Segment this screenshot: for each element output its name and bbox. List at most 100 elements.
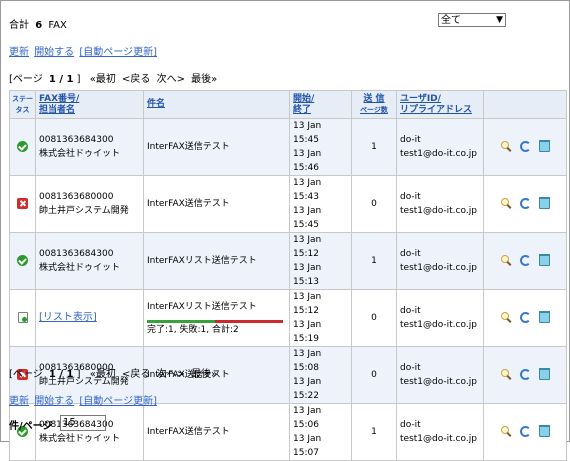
reply-address: test1@do-it.co.jp	[400, 434, 477, 444]
list-view-link[interactable]: [リスト表示]	[39, 312, 97, 323]
pager-prev[interactable]: <戻る	[122, 74, 150, 85]
resend-icon[interactable]	[519, 255, 531, 266]
search-icon[interactable]	[500, 198, 512, 209]
pager-next[interactable]: 次へ>	[157, 369, 185, 380]
trash-icon[interactable]	[538, 368, 550, 380]
auto-refresh-link[interactable]: [自動ページ更新]	[79, 396, 157, 407]
reply-address: test1@do-it.co.jp	[400, 320, 477, 330]
user-id: do-it	[400, 306, 421, 316]
refresh-link[interactable]: 更新	[9, 396, 29, 407]
col-subject[interactable]: 件名	[143, 90, 290, 119]
col-user[interactable]: ユーザID/リプライアドレス	[396, 90, 484, 119]
table-row: 0081363684300 株式会社ドゥイット InterFAXリスト送信テスト …	[9, 232, 567, 290]
search-icon[interactable]	[500, 426, 512, 437]
subject-cell: InterFAX送信テスト	[143, 403, 290, 461]
pages-cell: 0	[351, 346, 397, 404]
pages-cell: 1	[351, 403, 397, 461]
bottom-actions: 更新 開始する [自動ページ更新]	[9, 392, 159, 407]
start-time: 13 Jan 15:12	[293, 235, 322, 259]
pager-first[interactable]: «最初	[90, 369, 116, 380]
pages-cell: 0	[351, 175, 397, 233]
pager-last[interactable]: 最後»	[191, 74, 217, 85]
top-pager: [ページ 1 / 1 ] «最初 <戻る 次へ> 最後»	[9, 70, 220, 85]
end-time: 13 Jan 15:45	[293, 206, 322, 230]
trash-icon[interactable]	[538, 140, 550, 152]
summary-unit: FAX	[48, 20, 67, 31]
search-icon[interactable]	[500, 312, 512, 323]
chevron-down-icon: ▼	[496, 15, 503, 25]
user-id: do-it	[400, 249, 421, 259]
fax-number: 0081363680000	[39, 192, 114, 202]
resend-icon[interactable]	[519, 426, 531, 437]
start-time: 13 Jan 15:43	[293, 178, 322, 202]
progress-fill	[147, 319, 215, 323]
table-row: 0081363684300 株式会社ドゥイット InterFAX送信テスト 13 …	[9, 403, 567, 461]
top-actions: 更新 開始する [自動ページ更新]	[9, 43, 159, 58]
contact-name: 株式会社ドゥイット	[39, 434, 121, 444]
user-id: do-it	[400, 192, 421, 202]
start-time: 13 Jan 15:06	[293, 406, 322, 430]
trash-icon[interactable]	[538, 425, 550, 437]
reply-address: test1@do-it.co.jp	[400, 206, 477, 216]
subject-cell: InterFAX送信テスト	[143, 118, 290, 176]
pages-cell: 0	[351, 289, 397, 347]
col-fax[interactable]: FAX番号/担当者名	[35, 90, 144, 119]
resend-icon[interactable]	[519, 198, 531, 209]
end-time: 13 Jan 15:19	[293, 320, 322, 344]
resend-icon[interactable]	[519, 312, 531, 323]
reply-address: test1@do-it.co.jp	[400, 149, 477, 159]
col-status: ステータス	[9, 90, 36, 119]
start-time: 13 Jan 15:45	[293, 121, 322, 145]
reply-address: test1@do-it.co.jp	[400, 263, 477, 273]
start-link[interactable]: 開始する	[34, 396, 74, 407]
status-filter-select[interactable]: 全て ▼	[438, 13, 506, 27]
pages-cell: 1	[351, 118, 397, 176]
filter-selected-value: 全て	[441, 15, 461, 26]
reply-address: test1@do-it.co.jp	[400, 377, 477, 387]
summary-label: 合計	[9, 20, 29, 31]
pager-open: [ページ 1 / 1 ]	[9, 369, 81, 380]
subject-cell: InterFAXリスト送信テスト	[147, 301, 257, 312]
pager-open: [ページ 1 / 1 ]	[9, 74, 81, 85]
table-row: 0081363680000 帥土井戸システム開発 InterFAX送信テスト 13…	[9, 175, 567, 233]
pager-first[interactable]: «最初	[90, 74, 116, 85]
fax-total-summary: 合計 6 FAX	[9, 16, 67, 31]
col-tools	[483, 90, 567, 119]
pager-next[interactable]: 次へ>	[157, 74, 185, 85]
pager-prev[interactable]: <戻る	[122, 369, 150, 380]
contact-name: 株式会社ドゥイット	[39, 149, 121, 159]
start-link[interactable]: 開始する	[34, 47, 74, 58]
per-page-input[interactable]: 15	[60, 415, 106, 431]
user-id: do-it	[400, 135, 421, 145]
search-icon[interactable]	[500, 141, 512, 152]
trash-icon[interactable]	[538, 197, 550, 209]
fax-number: 0081363684300	[39, 249, 114, 259]
pager-last[interactable]: 最後»	[191, 369, 217, 380]
search-icon[interactable]	[500, 369, 512, 380]
success-icon	[17, 255, 28, 266]
refresh-link[interactable]: 更新	[9, 47, 29, 58]
fax-list-panel: 合計 6 FAX 全て ▼ 更新 開始する [自動ページ更新] [ページ 1 /…	[0, 0, 570, 461]
summary-count: 6	[35, 20, 43, 31]
success-icon	[17, 141, 28, 152]
fax-number: 0081363684300	[39, 135, 114, 145]
list-send-icon	[17, 312, 28, 323]
trash-icon[interactable]	[538, 311, 550, 323]
table-row: 0081363684300 株式会社ドゥイット InterFAX送信テスト 13 …	[9, 118, 567, 176]
end-time: 13 Jan 15:46	[293, 149, 322, 173]
list-result-summary: 完了:1, 失敗:1, 合計:2	[147, 324, 239, 335]
user-id: do-it	[400, 363, 421, 373]
start-time: 13 Jan 15:08	[293, 349, 322, 373]
col-pages[interactable]: 送 信ページ数	[351, 90, 397, 119]
trash-icon[interactable]	[538, 254, 550, 266]
search-icon[interactable]	[500, 255, 512, 266]
subject-cell: InterFAXリスト送信テスト	[143, 232, 290, 290]
contact-name: 株式会社ドゥイット	[39, 263, 121, 273]
col-time[interactable]: 開始/終了	[289, 90, 352, 119]
end-time: 13 Jan 15:13	[293, 263, 322, 287]
start-time: 13 Jan 15:12	[293, 292, 322, 316]
resend-icon[interactable]	[519, 369, 531, 380]
progress-bar	[147, 319, 283, 323]
resend-icon[interactable]	[519, 141, 531, 152]
auto-refresh-link[interactable]: [自動ページ更新]	[79, 47, 157, 58]
